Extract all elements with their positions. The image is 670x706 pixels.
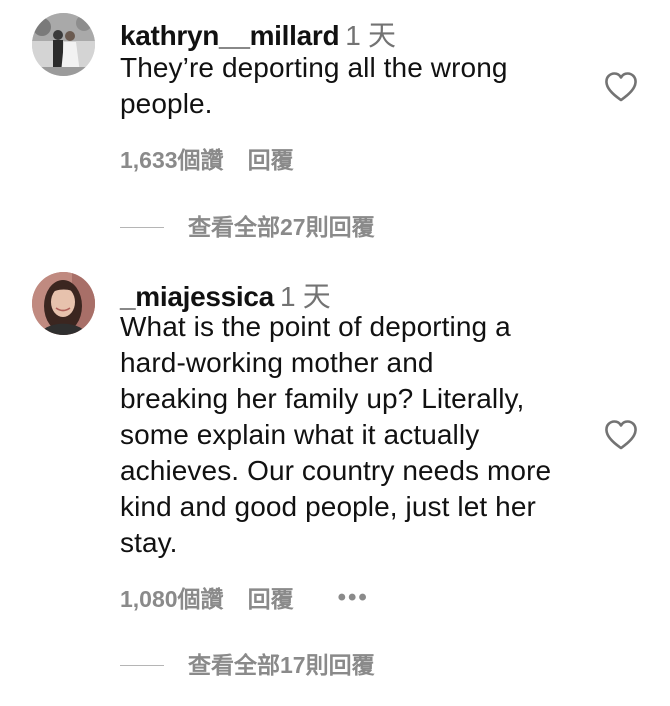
view-replies-label: 查看全部27則回覆 [188, 214, 375, 240]
comment-line: What is the point of deporting a [120, 311, 511, 342]
like-button[interactable] [604, 419, 638, 451]
username[interactable]: kathryn__millard 1 天 [120, 14, 396, 54]
reply-button[interactable]: 回覆 [248, 147, 294, 173]
ellipsis-icon[interactable]: ••• [338, 584, 369, 611]
avatar-photo [32, 272, 95, 335]
divider-line [120, 665, 164, 667]
heart-outline-icon [605, 72, 637, 102]
comment-text: They’re deporting all the wrong people. [120, 50, 595, 122]
avatar-photo [32, 13, 95, 76]
comment-line: breaking her family up? Literally, [120, 383, 525, 414]
like-button[interactable] [604, 71, 638, 103]
view-replies-button[interactable]: 查看全部27則回覆 [120, 208, 375, 242]
comment-line: hard-working mother and [120, 347, 434, 378]
comment-text: What is the point of deporting a hard-wo… [120, 309, 595, 561]
comment-actions: 1,633個讚 回覆 [120, 141, 294, 175]
view-replies-button[interactable]: 查看全部17則回覆 [120, 646, 375, 680]
comment-line: They’re deporting all the wrong [120, 52, 508, 83]
comment-line: people. [120, 88, 213, 119]
timestamp: 1 天 [279, 281, 331, 312]
comment-actions: 1,080個讚 回覆 ••• [120, 580, 369, 614]
reply-button[interactable]: 回覆 [248, 586, 294, 612]
comment-line: some explain what it actually [120, 419, 480, 450]
timestamp: 1 天 [345, 20, 396, 51]
avatar[interactable] [32, 272, 95, 335]
heart-outline-icon [605, 420, 637, 450]
like-count[interactable]: 1,633個讚 [120, 147, 224, 173]
like-count[interactable]: 1,080個讚 [120, 586, 224, 612]
divider-line [120, 227, 164, 229]
comment-line: stay. [120, 527, 178, 558]
avatar[interactable] [32, 13, 95, 76]
view-replies-label: 查看全部17則回覆 [188, 652, 375, 678]
comment-line: kind and good people, just let her [120, 491, 536, 522]
comment-line: achieves. Our country needs more [120, 455, 552, 486]
